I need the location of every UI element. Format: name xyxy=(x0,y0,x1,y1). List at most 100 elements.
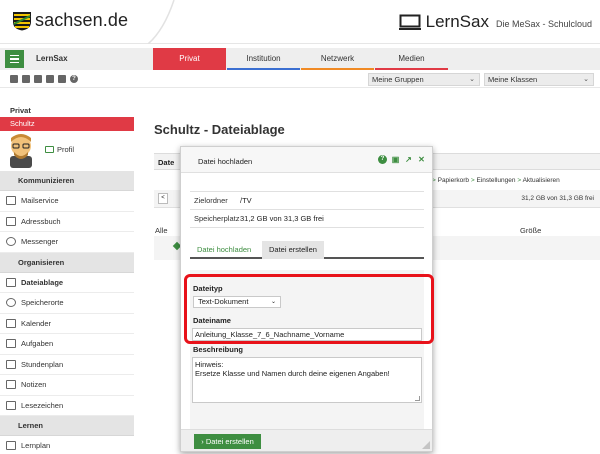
upload-dialog: Datei hochladen ? ▣ ↗ ✕ Zielordner /TV S… xyxy=(180,146,433,452)
sidebar-item-label: Notizen xyxy=(21,380,47,390)
close-icon[interactable]: ✕ xyxy=(417,155,426,164)
classes-select[interactable]: Meine Klassen ⌄ xyxy=(484,73,594,86)
bookmark-icon[interactable] xyxy=(34,75,42,83)
brand-divider xyxy=(147,0,175,44)
sidebar-item-stundenplan[interactable]: Stundenplan xyxy=(0,355,134,375)
tab-create-file[interactable]: Datei erstellen xyxy=(262,241,324,259)
description-value: Hinweis: Ersetze Klasse und Namen durch … xyxy=(195,360,390,378)
separator-icon: > xyxy=(470,177,475,184)
sidebar-item-lernplan[interactable]: Lernplan xyxy=(0,436,134,454)
nav-brand-label: LernSax xyxy=(36,54,68,63)
separator-icon: > xyxy=(517,177,522,184)
lernsax-brand[interactable]: LernSax Die MeSax - Schulcloud xyxy=(398,12,592,32)
sidebar-item-kalender[interactable]: Kalender xyxy=(0,314,134,334)
calendar-icon xyxy=(6,318,16,328)
strip-label: Date xyxy=(158,158,175,167)
saxony-crest-icon xyxy=(12,11,32,31)
sidebar-item-notizen[interactable]: Notizen xyxy=(0,375,134,396)
link-settings[interactable]: Einstellungen xyxy=(476,177,515,184)
page-title: Schultz - Dateiablage xyxy=(154,122,285,137)
filename-input[interactable]: Anleitung_Klasse_7_6_Nachname_Vorname xyxy=(192,328,422,341)
sidebar-item-speicherorte[interactable]: Speicherorte xyxy=(0,293,134,314)
column-all[interactable]: Alle xyxy=(155,226,168,235)
link-trash[interactable]: Papierkorb xyxy=(438,177,469,184)
tab-medien[interactable]: Medien xyxy=(375,48,448,70)
resize-handle-icon[interactable] xyxy=(415,396,420,401)
sidebar-item-dateiablage[interactable]: Dateiablage xyxy=(0,273,134,293)
back-button[interactable]: < xyxy=(158,193,168,204)
sidebar-item-aufgaben[interactable]: Aufgaben xyxy=(0,334,134,355)
sidebar-item-mailservice[interactable]: Mailservice xyxy=(0,191,134,212)
mail-icon xyxy=(6,196,16,206)
storage-space-row: Speicherplatz 31,2 GB von 31,3 GB frei xyxy=(190,210,424,228)
addressbook-icon xyxy=(6,216,16,226)
column-size[interactable]: Größe xyxy=(520,226,541,235)
dialog-titlebar[interactable]: Datei hochladen ? ▣ ↗ ✕ xyxy=(181,147,432,173)
groups-select[interactable]: Meine Gruppen ⌄ xyxy=(368,73,480,86)
description-textarea[interactable]: Hinweis: Ersetze Klasse und Namen durch … xyxy=(192,357,422,403)
avatar[interactable] xyxy=(6,132,36,168)
profile-area: Profil xyxy=(0,131,134,171)
folder-icon xyxy=(6,277,16,287)
tab-medien-bar xyxy=(375,68,448,70)
tab-netzwerk[interactable]: Netzwerk xyxy=(301,48,374,70)
tab-privat[interactable]: Privat xyxy=(153,48,226,70)
logout-icon[interactable] xyxy=(46,75,54,83)
classes-select-value: Meine Klassen xyxy=(488,75,538,84)
sidebar-item-messenger[interactable]: Messenger xyxy=(0,232,134,253)
file-actions: > Papierkorb > Einstellungen > Aktualisi… xyxy=(432,177,560,184)
sidebar: Privat Schultz Profil Kommunizieren Mail… xyxy=(0,106,134,454)
dialog-tabs: Datei hochladen Datei erstellen xyxy=(190,239,424,259)
sidebar-item-label: Dateiablage xyxy=(21,277,64,287)
toolbar: ? Meine Gruppen ⌄ Meine Klassen ⌄ xyxy=(0,72,600,88)
popout-icon[interactable]: ↗ xyxy=(404,155,413,164)
target-folder-label: Zielordner xyxy=(194,196,228,205)
link-refresh[interactable]: Aktualisieren xyxy=(523,177,560,184)
menu-icon[interactable] xyxy=(5,50,24,68)
sidebar-item-adressbuch[interactable]: Adressbuch xyxy=(0,212,134,232)
sidebar-item-label: Stundenplan xyxy=(21,359,64,369)
brand-bar: sachsen.de LernSax Die MeSax - Schulclou… xyxy=(0,0,600,44)
messenger-icon xyxy=(6,237,16,247)
checkbox-icon xyxy=(6,339,16,349)
sitemap-icon[interactable] xyxy=(10,75,18,83)
lernsax-subtitle: Die MeSax - Schulcloud xyxy=(495,19,592,29)
dialog-title: Datei hochladen xyxy=(198,157,253,166)
resize-grip-icon[interactable] xyxy=(422,441,430,449)
main-nav: LernSax Privat Institution Netzwerk Medi… xyxy=(0,48,600,70)
timetable-icon xyxy=(6,359,16,369)
filetype-select[interactable]: Text-Dokument ⌄ xyxy=(193,296,281,308)
help-icon[interactable]: ? xyxy=(70,75,78,83)
sidebar-active-user[interactable]: Schultz xyxy=(0,117,134,131)
create-file-button[interactable]: › Datei erstellen xyxy=(194,434,261,449)
sidebar-item-label: Mailservice xyxy=(21,196,59,206)
tab-privat-label: Privat xyxy=(179,54,200,63)
sidebar-item-label: Aufgaben xyxy=(21,339,54,349)
cloud-storage-icon xyxy=(6,298,16,308)
sidebar-item-label: Adressbuch xyxy=(21,216,61,226)
profile-link[interactable]: Profil xyxy=(45,145,74,154)
sachsen-logo[interactable]: sachsen.de xyxy=(12,10,128,31)
sidebar-item-label: Messenger xyxy=(21,237,59,247)
tab-netzwerk-bar xyxy=(301,68,374,70)
filetype-label: Dateityp xyxy=(193,284,223,293)
section-organize[interactable]: Organisieren xyxy=(0,252,134,273)
section-communicate[interactable]: Kommunizieren xyxy=(0,171,134,191)
dialog-info-table: Zielordner /TV Speicherplatz 31,2 GB von… xyxy=(190,191,424,228)
storage-info: 31,2 GB von 31,3 GB frei xyxy=(521,195,594,202)
sidebar-item-label: Speicherorte xyxy=(21,298,64,308)
print-icon[interactable]: ▣ xyxy=(391,155,400,164)
tab-upload-file[interactable]: Datei hochladen xyxy=(190,241,258,259)
sidebar-item-label: Kalender xyxy=(21,318,52,328)
help-icon[interactable]: ? xyxy=(378,155,387,164)
chevron-down-icon: ⌄ xyxy=(583,76,589,83)
storage-space-label: Speicherplatz xyxy=(194,214,240,223)
storage-space-value: 31,2 GB von 31,3 GB frei xyxy=(240,214,324,223)
create-file-form: Dateityp Text-Dokument ⌄ Dateiname Anlei… xyxy=(190,270,424,432)
tab-institution[interactable]: Institution xyxy=(227,48,300,70)
dialog-actions: ? ▣ ↗ ✕ xyxy=(378,155,426,164)
notes-icon[interactable] xyxy=(22,75,30,83)
sidebar-item-lesezeichen[interactable]: Lesezeichen xyxy=(0,396,134,416)
print-icon[interactable] xyxy=(58,75,66,83)
section-learn[interactable]: Lernen xyxy=(0,416,134,436)
